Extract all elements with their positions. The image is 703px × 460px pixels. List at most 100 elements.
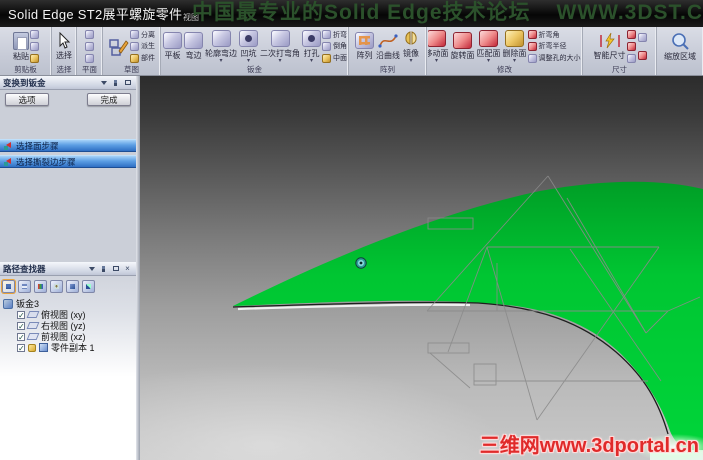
viewport-3d[interactable]: 三维网www.3dportal.cn (140, 76, 703, 460)
forum-watermark: 中国最专业的Solid Edge技术论坛 WWW.3DST.C (192, 0, 703, 26)
visibility-checkbox[interactable]: ✓ (17, 310, 25, 319)
sensors-icon[interactable] (34, 279, 47, 293)
restore-icon[interactable] (122, 77, 133, 88)
move-face-icon (428, 30, 446, 47)
tab-flat-button[interactable]: 平板 (162, 31, 183, 62)
hole-button[interactable]: 打孔 ▾ (301, 29, 322, 64)
contour-flange-button[interactable]: 轮廓弯边 ▾ (204, 29, 238, 64)
mid-surface-button[interactable]: 中面 (322, 53, 347, 63)
resize-hole-icon (527, 53, 537, 63)
paste-button[interactable]: 粘贴 (12, 31, 30, 63)
coincident-plane-icon[interactable] (85, 30, 94, 40)
match-face-button[interactable]: 匹配面 ▾ (476, 29, 502, 64)
green-surface (233, 181, 703, 453)
pathfinder-title: 路径查找器 (3, 263, 46, 274)
group-modify: 移动面▾ 旋转面 匹配面▾ 删除面▾ 折弯角 折弯半径 调整孔的大小▾ 修改 (427, 27, 583, 75)
delete-face-button[interactable]: 删除面 ▾ (502, 29, 528, 64)
zoom-area-button[interactable]: 缩放区域 (663, 31, 697, 63)
step-icon (4, 141, 11, 150)
group-label-select: 选择 (56, 65, 72, 74)
pin-icon[interactable] (98, 263, 109, 274)
step-select-rip-edge[interactable]: 选择撕裂边步骤 (0, 155, 136, 168)
more-planes-icon[interactable] (85, 41, 94, 51)
left-panel: 变换到钣金 选项 完成 选择面步骤 选择撕裂边步骤 路径查找器 × 钣金3 ✓ … (0, 76, 136, 460)
ribbon: 粘贴 剪贴板 选择 选择 平面 分离 派生 部件 草图 平板 弯边 轮廓弯边 ▾… (0, 27, 703, 76)
cut-icon[interactable] (30, 30, 39, 40)
sketch-button[interactable] (108, 37, 130, 57)
forum-watermark-url: WWW.3DST.C (556, 1, 703, 24)
group-label-pattern: 阵列 (380, 65, 395, 74)
break-corner-button[interactable]: 倒角 (322, 41, 347, 51)
derive-button[interactable]: 派生 (130, 41, 155, 51)
move-face-button[interactable]: 移动面▾ (428, 29, 450, 64)
restore-icon[interactable] (110, 263, 121, 274)
angle-between-icon[interactable] (626, 41, 636, 51)
hole-icon (302, 30, 321, 47)
layers-icon[interactable] (18, 279, 31, 293)
plane-icon (26, 322, 40, 329)
window-title: Solid Edge ST2展平螺旋零件 (8, 7, 183, 22)
group-sheetmetal: 平板 弯边 轮廓弯边 ▾ 凹坑 ▾ 二次打弯角 ▾ 打孔 ▾ 折弯 倒角 中面 钣金 (161, 27, 349, 75)
pin-icon[interactable] (110, 77, 121, 88)
component-icon (130, 53, 139, 63)
chevron-down-icon[interactable] (86, 263, 97, 274)
pathfinder-tab-icon[interactable] (2, 279, 15, 293)
mirror-button[interactable]: 镜像 ▾ (401, 29, 421, 64)
model-canvas (232, 175, 703, 460)
contour-flange-icon (211, 30, 231, 47)
delete-face-icon (505, 30, 524, 47)
plane-normal-icon[interactable] (85, 53, 94, 63)
command-panel-title: 变换到钣金 (3, 77, 46, 88)
select-button[interactable]: 选择 (55, 31, 73, 62)
finish-button[interactable]: 完成 (87, 93, 131, 106)
dimple-button[interactable]: 凹坑 ▾ (238, 29, 259, 64)
distance-between-icon[interactable] (626, 30, 636, 40)
smart-dimension-icon (599, 32, 620, 49)
smart-dimension-button[interactable]: 智能尺寸 (593, 31, 627, 62)
group-plane: 平面 (77, 27, 103, 75)
close-icon[interactable]: × (122, 263, 133, 274)
options-button[interactable]: 选项 (5, 93, 49, 106)
visibility-checkbox[interactable]: ✓ (17, 343, 25, 352)
close-corner-button[interactable]: 折弯角 (527, 30, 582, 40)
visibility-checkbox[interactable]: ✓ (17, 332, 25, 341)
pattern-icon (355, 32, 374, 49)
bend-icon (322, 30, 331, 40)
visibility-checkbox[interactable]: ✓ (17, 321, 25, 330)
part-copy-node[interactable]: ✓ 零件副本 1 (3, 342, 136, 353)
along-curve-icon (378, 34, 398, 48)
pattern-button[interactable]: 阵列 (354, 31, 375, 62)
bend-radius-button[interactable]: 折弯半径 (527, 41, 582, 51)
annotation-icon[interactable] (637, 50, 647, 60)
step-icon (4, 157, 11, 166)
dimple-icon (239, 30, 258, 47)
detach-icon (130, 30, 139, 40)
vertex-marker (355, 257, 367, 269)
coordinate-dimension-icon[interactable] (626, 53, 636, 63)
close-corner-icon (527, 30, 537, 40)
format-painter-icon[interactable] (30, 53, 39, 63)
flange-button[interactable]: 弯边 (183, 31, 204, 62)
group-dimension: 智能尺寸 尺寸 (583, 27, 657, 75)
playback-icon[interactable] (50, 279, 63, 293)
part-copy-icon (39, 343, 48, 352)
along-curve-button[interactable]: 沿曲线 (375, 31, 401, 62)
bend-button[interactable]: 折弯 (322, 30, 347, 40)
resize-hole-button[interactable]: 调整孔的大小▾ (527, 53, 582, 63)
sketch-icon (109, 38, 129, 56)
chevron-down-icon[interactable] (98, 77, 109, 88)
feature-library-icon[interactable] (66, 279, 79, 293)
rotate-face-button[interactable]: 旋转面 (450, 31, 476, 62)
symmetric-diameter-icon[interactable] (637, 33, 647, 43)
jog-button[interactable]: 二次打弯角 ▾ (259, 29, 301, 64)
match-face-icon (479, 30, 498, 47)
copy-icon[interactable] (30, 41, 39, 51)
title-bar: Solid Edge ST2展平螺旋零件 视图 中国最专业的Solid Edge… (0, 0, 703, 27)
group-pattern: 阵列 沿曲线 镜像 ▾ 阵列 (349, 27, 427, 75)
detach-button[interactable]: 分离 (130, 30, 155, 40)
used-sketches-icon[interactable] (82, 279, 95, 293)
component-button[interactable]: 部件 (130, 53, 155, 63)
break-corner-icon (322, 41, 331, 51)
step-select-face[interactable]: 选择面步骤 (0, 139, 136, 152)
cursor-icon (59, 32, 71, 49)
